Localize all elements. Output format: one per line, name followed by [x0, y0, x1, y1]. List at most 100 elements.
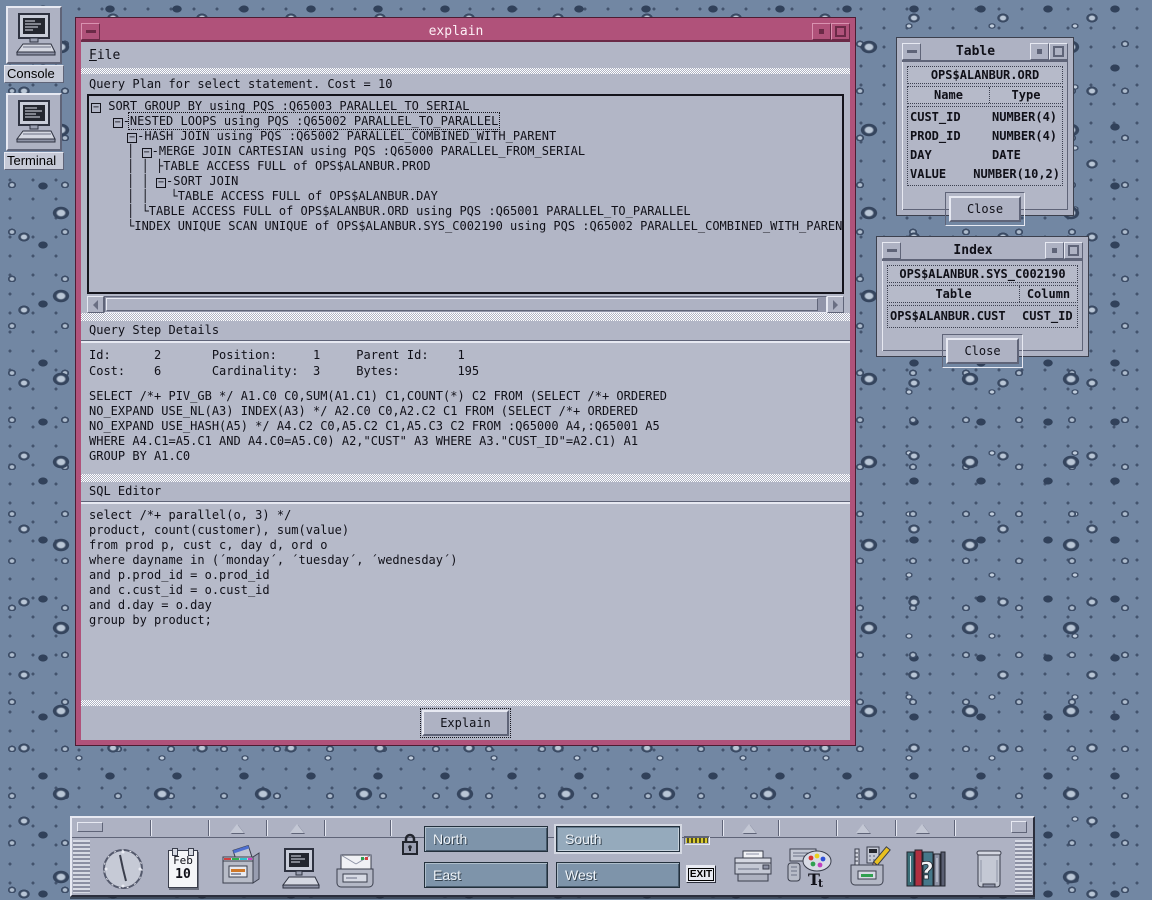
panel-grip-right[interactable] — [1015, 840, 1032, 893]
minimize-button[interactable] — [1045, 242, 1064, 259]
tree-node[interactable]: │ └TABLE ACCESS FULL of OPS$ALANBUR.ORD … — [91, 204, 840, 219]
help-icon[interactable]: ? — [900, 843, 950, 895]
desktop-icon-console[interactable]: Console — [4, 6, 64, 83]
panel-grip-left[interactable] — [73, 840, 90, 893]
workspace-button-south[interactable]: South — [556, 826, 680, 852]
step-detail-fields: Id:2Position:1Parent Id:1Cost:6Cardinali… — [89, 347, 842, 379]
clock-icon[interactable] — [98, 843, 148, 895]
maximize-button[interactable] — [1049, 43, 1068, 60]
tree-node[interactable]: −-HASH JOIN using PQS :Q65002 PARALLEL_C… — [91, 129, 840, 144]
table-cell: VALUE — [910, 165, 973, 184]
terminal-icon[interactable] — [6, 93, 62, 151]
panel-divider — [954, 820, 956, 836]
trash-icon[interactable] — [964, 843, 1014, 895]
style-manager-icon[interactable]: T t — [784, 843, 834, 895]
panel-terminal-icon[interactable] — [274, 843, 324, 895]
tree-node[interactable]: │ │ −-SORT JOIN — [91, 174, 840, 189]
explain-button[interactable]: Explain — [422, 710, 509, 736]
detail-field: 6 — [154, 363, 212, 379]
table-cell: NUMBER(4) — [992, 127, 1057, 146]
panel-minimize-button[interactable] — [1011, 821, 1027, 833]
applications-icon[interactable] — [842, 843, 892, 895]
tree-node[interactable]: │ │ ├TABLE ACCESS FULL of OPS$ALANBUR.PR… — [91, 159, 840, 174]
step-sql-text: SELECT /*+ PIV_GB */ A1.C0 C0,SUM(A1.C1)… — [89, 389, 842, 464]
table-row: CUST_IDNUMBER(4) — [910, 108, 1060, 127]
query-plan-tree[interactable]: − SORT GROUP BY using PQS :Q65003 PARALL… — [87, 94, 844, 294]
tree-node[interactable]: − SORT GROUP BY using PQS :Q65003 PARALL… — [91, 99, 840, 114]
scrollbar-track[interactable] — [104, 296, 827, 313]
subpanel-arrow[interactable] — [290, 824, 304, 833]
expand-collapse-icon[interactable]: − — [113, 118, 123, 128]
window-menu-button[interactable] — [882, 242, 901, 259]
exit-button[interactable]: EXIT — [686, 865, 716, 883]
tree-node-label[interactable]: NESTED LOOPS using PQS :Q65002 PARALLEL_… — [130, 114, 498, 128]
panel-divider — [390, 820, 392, 836]
panel-divider — [895, 820, 897, 836]
table-row: OPS$ALANBUR.CUSTCUST_ID — [890, 307, 1075, 326]
expand-collapse-icon[interactable]: − — [156, 178, 166, 188]
maximize-button[interactable] — [831, 23, 850, 40]
table-close-button[interactable]: Close — [949, 196, 1021, 222]
lock-icon[interactable] — [399, 832, 421, 862]
arrow-left-icon — [93, 300, 98, 310]
detail-field: Parent Id: — [356, 347, 457, 363]
file-manager-icon[interactable] — [214, 843, 264, 895]
mail-icon[interactable] — [330, 843, 380, 895]
tree-node-label[interactable]: SORT GROUP BY using PQS :Q65003 PARALLEL… — [108, 99, 469, 113]
workspace-button-north[interactable]: North — [424, 826, 548, 852]
scroll-left-button[interactable] — [87, 296, 104, 313]
expand-collapse-icon[interactable]: − — [127, 133, 137, 143]
table-cell: NUMBER(10,2) — [973, 165, 1060, 184]
calendar-day: 10 — [175, 868, 191, 882]
expand-collapse-icon[interactable]: − — [91, 103, 101, 113]
table-titlebar[interactable]: Table — [902, 43, 1068, 62]
explain-window: explain File Query Plan for select state… — [76, 18, 855, 745]
index-titlebar[interactable]: Index — [882, 242, 1083, 261]
index-column-headers: Table Column — [887, 285, 1078, 303]
workspace-button-west[interactable]: West — [556, 862, 680, 888]
calendar-icon[interactable]: Feb 10 — [158, 843, 208, 895]
tree-node-label[interactable]: TABLE ACCESS FULL of OPS$ALANBUR.ORD usi… — [149, 204, 691, 218]
scroll-right-button[interactable] — [827, 296, 844, 313]
minimize-button[interactable] — [812, 23, 831, 40]
window-menu-icon — [887, 249, 897, 252]
tree-node-label[interactable]: INDEX UNIQUE SCAN UNIQUE of OPS$ALANBUR.… — [134, 219, 844, 233]
tree-node[interactable]: │ −-MERGE JOIN CARTESIAN using PQS :Q650… — [91, 144, 840, 159]
menu-file[interactable]: File — [89, 48, 120, 63]
index-close-button[interactable]: Close — [946, 338, 1018, 364]
tree-node[interactable]: −-NESTED LOOPS using PQS :Q65002 PARALLE… — [91, 114, 840, 129]
tree-node-label[interactable]: SORT JOIN — [173, 174, 238, 188]
workspace-button-east[interactable]: East — [424, 862, 548, 888]
printer-icon[interactable] — [728, 843, 778, 895]
query-step-details-panel: Id:2Position:1Parent Id:1Cost:6Cardinali… — [81, 342, 850, 474]
tree-node-label[interactable]: HASH JOIN using PQS :Q65002 PARALLEL_COM… — [144, 129, 556, 143]
scrollbar-thumb[interactable] — [106, 298, 818, 311]
column-header: Type — [990, 87, 1062, 103]
sql-editor-text[interactable]: select /*+ parallel(o, 3) */ product, co… — [89, 508, 842, 628]
subpanel-arrow[interactable] — [915, 824, 929, 833]
tree-node-label[interactable]: MERGE JOIN CARTESIAN using PQS :Q65000 P… — [159, 144, 585, 158]
desktop-icon-terminal[interactable]: Terminal — [4, 93, 64, 170]
subpanel-arrow[interactable] — [856, 824, 870, 833]
minimize-icon — [819, 29, 824, 34]
window-menu-button[interactable] — [81, 23, 100, 40]
explain-titlebar[interactable]: explain — [81, 23, 850, 42]
tree-node-label[interactable]: TABLE ACCESS FULL of OPS$ALANBUR.PROD — [163, 159, 430, 173]
panel-divider — [324, 820, 326, 836]
minimize-button[interactable] — [1030, 43, 1049, 60]
panel-divider — [150, 820, 152, 836]
detail-field: Cardinality: — [212, 363, 313, 379]
tree-node[interactable]: └INDEX UNIQUE SCAN UNIQUE of OPS$ALANBUR… — [91, 219, 840, 234]
window-menu-button[interactable] — [902, 43, 921, 60]
expand-collapse-icon[interactable]: − — [142, 148, 152, 158]
horizontal-scrollbar[interactable] — [87, 296, 844, 313]
subpanel-arrow[interactable] — [230, 824, 244, 833]
sql-editor-area[interactable]: select /*+ parallel(o, 3) */ product, co… — [81, 503, 850, 700]
console-icon[interactable] — [6, 6, 62, 64]
maximize-button[interactable] — [1064, 242, 1083, 259]
subpanel-arrow[interactable] — [742, 824, 756, 833]
panel-handle[interactable] — [77, 822, 103, 832]
tree-node[interactable]: │ │ └TABLE ACCESS FULL of OPS$ALANBUR.DA… — [91, 189, 840, 204]
tree-node-label[interactable]: TABLE ACCESS FULL of OPS$ALANBUR.DAY — [178, 189, 438, 203]
busy-light — [684, 836, 710, 845]
